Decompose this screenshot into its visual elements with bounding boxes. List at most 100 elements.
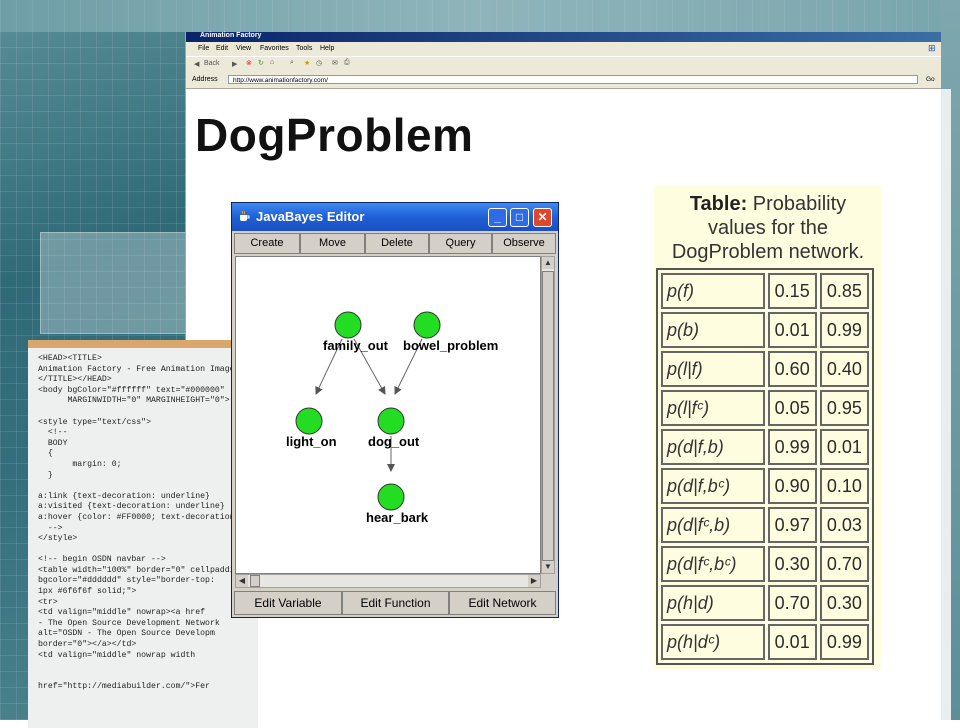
move-button[interactable]: Move <box>300 233 365 254</box>
canvas-horizontal-scrollbar[interactable]: ◀ ▶ <box>235 574 541 588</box>
prob-value: 0.30 <box>767 546 817 582</box>
prob-value: 0.10 <box>819 468 869 504</box>
forward-arrow-icon[interactable]: ▶ <box>232 60 237 68</box>
home-icon[interactable]: ⌂ <box>270 59 274 66</box>
print-icon[interactable]: ⎙ <box>344 59 350 67</box>
network-graph: family_out bowel_problem light_on dog_ou… <box>286 311 498 525</box>
canvas-vertical-scrollbar[interactable]: ▲ ▼ <box>541 256 555 574</box>
probability-table-panel: Table: Probability values for the DogPro… <box>654 186 881 669</box>
prob-value: 0.99 <box>819 624 869 660</box>
prob-value: 0.90 <box>767 468 817 504</box>
javabayes-titlebar[interactable]: JavaBayes Editor _ □ ✕ <box>232 203 558 231</box>
menu-edit[interactable]: Edit <box>216 45 228 52</box>
scroll-up-icon[interactable]: ▲ <box>542 257 554 269</box>
menu-tools[interactable]: Tools <box>296 45 312 52</box>
favorites-icon[interactable]: ★ <box>304 59 310 67</box>
scroll-down-icon[interactable]: ▼ <box>542 561 554 573</box>
address-input[interactable]: http://www.animationfactory.com/ <box>228 75 918 84</box>
close-button[interactable]: ✕ <box>533 208 552 227</box>
scroll-left-icon[interactable]: ◀ <box>236 575 248 587</box>
address-bar: Address http://www.animationfactory.com/… <box>186 72 941 89</box>
label-bowel-problem: bowel_problem <box>403 338 498 353</box>
prob-value: 0.97 <box>767 507 817 543</box>
menu-view[interactable]: View <box>236 45 251 52</box>
horizontal-scroll-thumb[interactable] <box>250 575 260 587</box>
back-arrow-icon[interactable]: ◀ <box>194 60 199 68</box>
html-source-sheet: <HEAD><TITLE> Animation Factory - Free A… <box>28 340 258 728</box>
prob-label: p(d|f,bᶜ) <box>661 468 765 504</box>
prob-label: p(d|fᶜ,b) <box>661 507 765 543</box>
prob-label: p(b) <box>661 312 765 348</box>
back-button[interactable]: Back <box>204 60 220 67</box>
node-dog-out[interactable] <box>377 407 405 435</box>
javabayes-window: JavaBayes Editor _ □ ✕ Create Move Delet… <box>231 202 559 618</box>
browser-scrollbar[interactable] <box>941 89 951 720</box>
menu-file[interactable]: File <box>198 45 209 52</box>
label-light-on: light_on <box>286 434 337 449</box>
vertical-scroll-thumb[interactable] <box>542 271 554 561</box>
browser-title: Animation Factory <box>200 32 262 39</box>
address-label: Address <box>192 76 218 83</box>
prob-value: 0.15 <box>767 273 817 309</box>
create-button[interactable]: Create <box>234 233 300 254</box>
prob-value: 0.01 <box>767 312 817 348</box>
table-caption-label: Table: <box>689 193 748 215</box>
node-hear-bark[interactable] <box>377 483 405 511</box>
prob-label: p(f) <box>661 273 765 309</box>
prob-value: 0.60 <box>767 351 817 387</box>
javabayes-title: JavaBayes Editor <box>256 209 365 224</box>
prob-value: 0.99 <box>819 312 869 348</box>
query-button[interactable]: Query <box>429 233 492 254</box>
menu-favorites[interactable]: Favorites <box>260 45 289 52</box>
table-row: p(h|d) 0.70 0.30 <box>661 585 869 621</box>
label-family-out: family_out <box>323 338 389 353</box>
java-cup-icon <box>240 210 250 221</box>
table-row: p(b) 0.01 0.99 <box>661 312 869 348</box>
prob-value: 0.01 <box>819 429 869 465</box>
delete-button[interactable]: Delete <box>365 233 429 254</box>
browser-menubar: File Edit View Favorites Tools Help ⊞ <box>186 42 941 56</box>
minimize-icon: _ <box>494 210 501 224</box>
label-hear-bark: hear_bark <box>366 510 429 525</box>
prob-label: p(h|d) <box>661 585 765 621</box>
scroll-right-icon[interactable]: ▶ <box>528 575 540 587</box>
table-row: p(d|fᶜ,bᶜ) 0.30 0.70 <box>661 546 869 582</box>
prob-label: p(l|f) <box>661 351 765 387</box>
node-family-out[interactable] <box>334 311 362 339</box>
refresh-icon[interactable]: ↻ <box>258 59 264 67</box>
prob-value: 0.70 <box>767 585 817 621</box>
node-light-on[interactable] <box>295 407 323 435</box>
browser-titlebar: Animation Factory <box>186 32 941 42</box>
menu-help[interactable]: Help <box>320 45 334 52</box>
page-title: DogProblem <box>195 109 474 161</box>
javabayes-edit-bar: Edit Variable Edit Function Edit Network <box>234 591 556 615</box>
prob-value: 0.40 <box>819 351 869 387</box>
minimize-button[interactable]: _ <box>488 208 507 227</box>
go-button[interactable]: Go <box>926 76 935 83</box>
windows-logo-icon: ⊞ <box>928 43 936 53</box>
observe-button[interactable]: Observe <box>492 233 556 254</box>
stop-icon[interactable]: ⊗ <box>246 59 252 67</box>
edit-network-button[interactable]: Edit Network <box>449 591 556 615</box>
prob-value: 0.03 <box>819 507 869 543</box>
edit-variable-button[interactable]: Edit Variable <box>234 591 342 615</box>
network-canvas[interactable]: family_out bowel_problem light_on dog_ou… <box>235 256 541 574</box>
close-icon: ✕ <box>537 210 548 224</box>
history-icon[interactable]: ◷ <box>316 59 322 67</box>
prob-label: p(h|dᶜ) <box>661 624 765 660</box>
maximize-button[interactable]: □ <box>510 208 529 227</box>
javabayes-mode-bar: Create Move Delete Query Observe <box>234 233 556 255</box>
table-caption: Table: Probability values for the DogPro… <box>662 192 874 264</box>
prob-label: p(d|f,b) <box>661 429 765 465</box>
node-bowel-problem[interactable] <box>413 311 441 339</box>
mail-icon[interactable]: ✉ <box>332 59 338 67</box>
edit-function-button[interactable]: Edit Function <box>342 591 449 615</box>
probability-table: p(f) 0.15 0.85 p(b) 0.01 0.99 p(l|f) 0.60 0.40 p(… <box>656 268 874 665</box>
prob-value: 0.95 <box>819 390 869 426</box>
table-row: p(l|fᶜ) 0.05 0.95 <box>661 390 869 426</box>
table-row: p(d|f,bᶜ) 0.90 0.10 <box>661 468 869 504</box>
prob-value: 0.01 <box>767 624 817 660</box>
prob-value: 0.70 <box>819 546 869 582</box>
maximize-icon: □ <box>515 210 524 224</box>
search-icon[interactable]: ⌕ <box>290 59 294 67</box>
